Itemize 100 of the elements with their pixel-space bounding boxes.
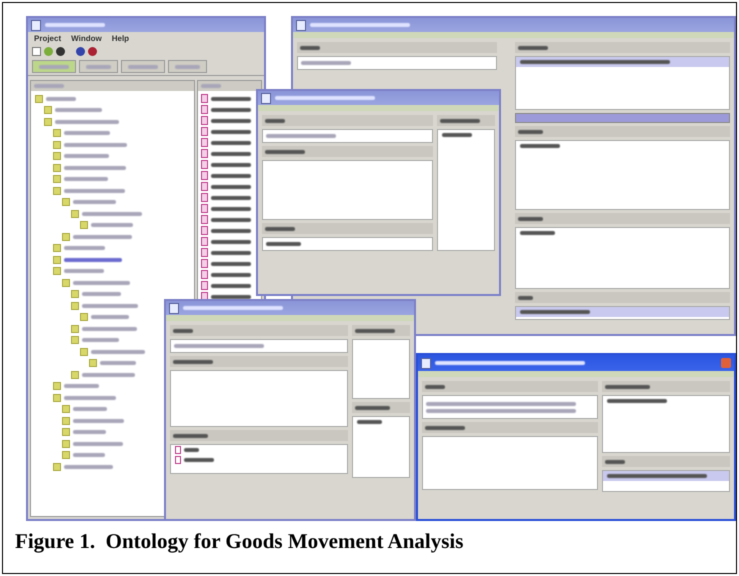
illegible-label xyxy=(211,140,251,144)
app-icon xyxy=(31,20,41,30)
illegible-label xyxy=(91,223,133,228)
list-box xyxy=(352,416,410,478)
illegible-label xyxy=(211,206,251,210)
illegible-label xyxy=(73,234,132,239)
app-icon xyxy=(169,302,179,314)
app-icon xyxy=(296,20,306,30)
illegible-label xyxy=(211,184,251,188)
illegible-label xyxy=(211,162,251,166)
new-icon[interactable] xyxy=(32,47,41,56)
menu-item[interactable]: Project xyxy=(34,34,62,43)
illegible-label xyxy=(64,177,108,182)
illegible-label xyxy=(64,269,104,274)
illegible-label xyxy=(55,120,119,124)
illegible-label xyxy=(82,304,138,308)
illegible-label xyxy=(64,464,113,469)
illegible-label xyxy=(73,442,123,446)
folder-icon xyxy=(71,370,79,379)
illegible-label xyxy=(73,418,124,423)
illegible-label xyxy=(82,292,121,296)
list-box xyxy=(352,339,410,399)
illegible-label xyxy=(211,196,251,200)
tab[interactable] xyxy=(168,60,207,73)
illegible-label xyxy=(91,315,129,320)
illegible-label xyxy=(211,284,251,288)
input-field[interactable] xyxy=(297,56,497,70)
illegible-label xyxy=(46,96,76,101)
illegible-label xyxy=(173,434,208,438)
illegible-label xyxy=(82,338,119,342)
illegible-label xyxy=(73,430,106,434)
open-icon[interactable] xyxy=(44,47,53,56)
input-field[interactable] xyxy=(262,129,433,143)
close-icon[interactable] xyxy=(721,358,731,368)
illegible-label xyxy=(265,150,305,154)
illegible-label xyxy=(211,118,251,122)
illegible-label xyxy=(64,246,105,250)
illegible-label xyxy=(211,174,251,178)
illegible-label xyxy=(355,328,395,332)
illegible-label xyxy=(82,212,142,216)
input-field[interactable] xyxy=(422,395,598,419)
save-icon[interactable] xyxy=(56,47,65,56)
illegible-label xyxy=(425,384,445,388)
illegible-label xyxy=(211,152,251,156)
text-area[interactable] xyxy=(262,160,433,220)
illegible-label xyxy=(173,328,193,332)
illegible-label xyxy=(64,384,99,388)
illegible-label xyxy=(64,258,122,262)
figure-caption: Figure 1. Ontology for Goods Movement Analysis xyxy=(15,529,464,554)
illegible-label xyxy=(211,130,251,134)
illegible-label xyxy=(605,460,625,464)
illegible-label xyxy=(518,296,533,300)
illegible-label xyxy=(518,46,548,50)
illegible-label xyxy=(64,154,109,158)
illegible-label xyxy=(440,118,480,122)
input-field[interactable] xyxy=(170,339,348,353)
menu-item[interactable]: Window xyxy=(71,34,102,43)
illegible-label xyxy=(73,280,130,285)
illegible-label xyxy=(211,228,251,232)
illegible-label xyxy=(55,108,102,112)
illegible-label xyxy=(91,350,145,354)
illegible-label xyxy=(64,396,116,400)
illegible-label xyxy=(82,372,135,377)
app-icon xyxy=(421,358,431,368)
illegible-label xyxy=(211,218,251,222)
illegible-label xyxy=(64,188,125,193)
illegible-label xyxy=(425,426,465,430)
scroll-bar[interactable] xyxy=(515,113,730,123)
illegible-label xyxy=(64,166,126,170)
illegible-label xyxy=(73,200,116,204)
illegible-label xyxy=(518,216,543,220)
redo-icon[interactable] xyxy=(88,47,97,56)
illegible-label xyxy=(265,226,295,230)
illegible-label xyxy=(355,406,390,410)
illegible-label xyxy=(100,361,136,366)
text-area[interactable] xyxy=(422,436,598,490)
illegible-label xyxy=(211,294,251,298)
illegible-label xyxy=(211,240,251,244)
illegible-label xyxy=(518,130,543,134)
text-area[interactable] xyxy=(170,370,348,427)
illegible-label xyxy=(73,407,107,412)
input-field[interactable] xyxy=(262,237,433,251)
illegible-label xyxy=(300,46,320,50)
illegible-label xyxy=(211,108,251,112)
undo-icon[interactable] xyxy=(76,47,85,56)
menu-item[interactable]: Help xyxy=(112,34,130,43)
illegible-label xyxy=(211,262,251,266)
illegible-title xyxy=(45,23,105,27)
illegible-label xyxy=(82,326,137,331)
illegible-label xyxy=(211,96,251,100)
illegible-label xyxy=(64,142,127,147)
illegible-label xyxy=(211,250,251,254)
illegible-label xyxy=(64,131,110,136)
illegible-label xyxy=(173,360,213,364)
illegible-label xyxy=(605,384,650,388)
illegible-label xyxy=(265,118,285,122)
illegible-label xyxy=(73,453,105,458)
tab[interactable] xyxy=(121,60,165,73)
illegible-label xyxy=(211,272,251,276)
app-icon xyxy=(261,92,271,104)
